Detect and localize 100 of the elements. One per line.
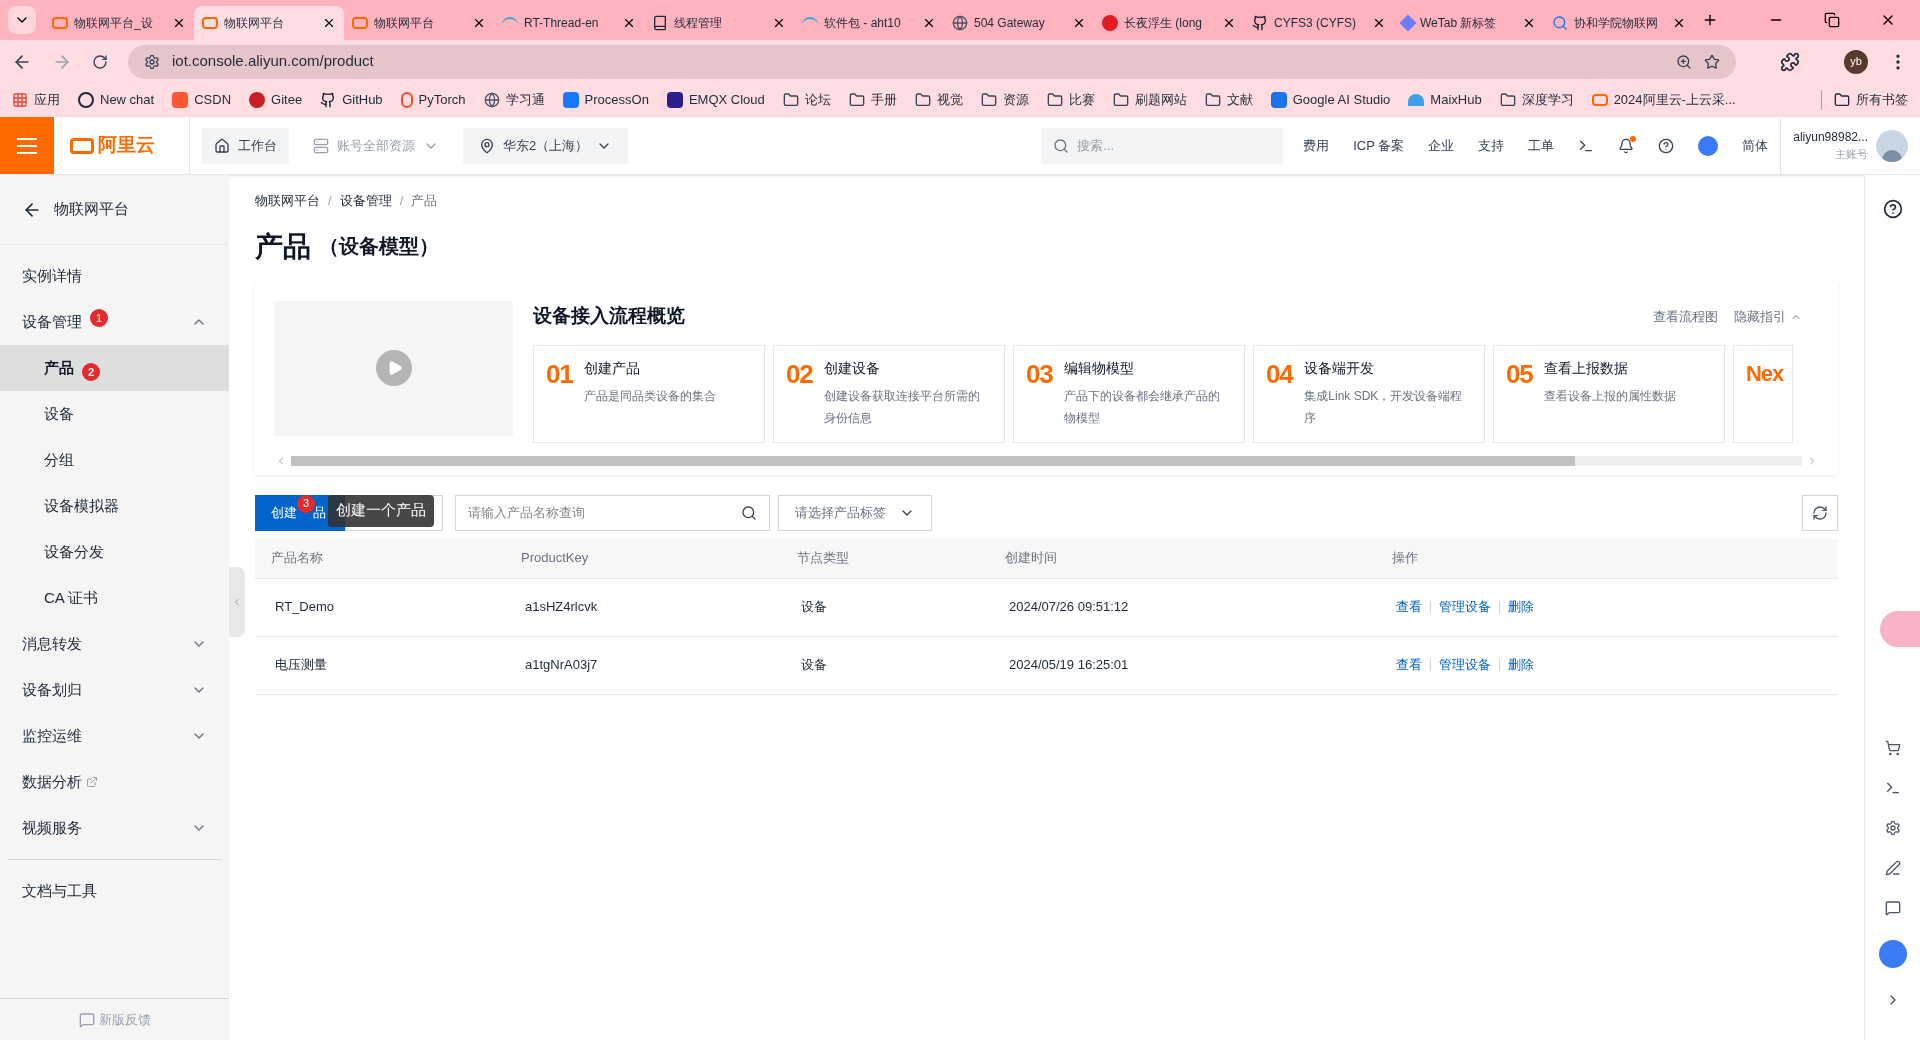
- message-icon[interactable]: [1884, 900, 1901, 916]
- step-card[interactable]: 05 查看上报数据 查看设备上报的属性数据: [1493, 344, 1725, 443]
- close-icon[interactable]: [472, 16, 486, 30]
- close-icon[interactable]: [1672, 16, 1686, 30]
- browser-tab[interactable]: 线程管理: [644, 6, 794, 40]
- nav-link[interactable]: ICP 备案: [1353, 135, 1405, 156]
- browser-tab[interactable]: 物联网平台: [344, 6, 494, 40]
- close-icon[interactable]: [322, 16, 336, 30]
- product-search-field[interactable]: 请输入产品名称查询: [455, 494, 770, 531]
- help-icon[interactable]: [1882, 199, 1903, 219]
- close-icon[interactable]: [772, 16, 786, 30]
- all-bookmarks-item[interactable]: 所有书签: [1821, 90, 1908, 110]
- sidebar-subitem[interactable]: 设备: [0, 391, 229, 437]
- action-link[interactable]: 删除: [1508, 597, 1534, 617]
- nav-link[interactable]: 费用: [1303, 135, 1330, 156]
- bookmark-item[interactable]: 视觉: [914, 90, 963, 110]
- step-card[interactable]: 01 创建产品 产品是同品类设备的集合: [533, 344, 765, 443]
- search-input[interactable]: 搜索...: [1077, 127, 1272, 164]
- breadcrumb-link[interactable]: 设备管理: [339, 191, 392, 211]
- user-avatar[interactable]: [1876, 129, 1908, 162]
- bookmark-item[interactable]: ProcessOn: [562, 90, 649, 110]
- tab-list-button[interactable]: [8, 6, 36, 34]
- sidebar-item[interactable]: 消息转发: [0, 621, 229, 667]
- sidebar-item[interactable]: 监控运维: [0, 713, 229, 759]
- user-name[interactable]: aliyun98982...: [1793, 128, 1868, 147]
- browser-tab[interactable]: CYFS3 (CYFS): [1244, 6, 1394, 40]
- browser-tab[interactable]: 物联网平台: [194, 6, 344, 40]
- action-link[interactable]: 删除: [1508, 655, 1534, 675]
- step-card[interactable]: 03 编辑物模型 产品下的设备都会继承产品的物模型: [1013, 344, 1245, 443]
- browser-tab[interactable]: WeTab 新标签: [1394, 6, 1544, 40]
- nav-link[interactable]: 工单: [1528, 135, 1555, 156]
- sidebar-subitem[interactable]: 分组: [0, 437, 229, 483]
- sidebar-item[interactable]: 文档与工具: [0, 868, 229, 914]
- browser-tab[interactable]: RT-Thread-en: [494, 6, 644, 40]
- browser-tab[interactable]: 软件包 - aht10: [794, 6, 944, 40]
- assistant-icon[interactable]: [1878, 940, 1907, 968]
- bookmark-item[interactable]: 文献: [1204, 90, 1253, 110]
- breadcrumb-link[interactable]: 物联网平台: [255, 191, 320, 211]
- bookmark-item[interactable]: 刷题网站: [1112, 90, 1187, 110]
- close-icon[interactable]: [922, 16, 936, 30]
- bookmark-item[interactable]: MaixHub: [1408, 90, 1482, 110]
- settings-icon[interactable]: [1884, 820, 1901, 836]
- cart-icon[interactable]: [1884, 740, 1901, 756]
- nav-link[interactable]: 企业: [1428, 135, 1455, 156]
- bookmark-star-icon[interactable]: [1704, 53, 1720, 70]
- close-icon[interactable]: [1522, 16, 1536, 30]
- bookmark-item[interactable]: 比赛: [1046, 90, 1095, 110]
- extensions-icon[interactable]: [1780, 51, 1800, 72]
- sidebar-subitem[interactable]: CA 证书: [0, 575, 229, 621]
- browser-tab[interactable]: 504 Gateway: [944, 6, 1094, 40]
- sidebar-subitem[interactable]: 设备模拟器: [0, 483, 229, 529]
- close-icon[interactable]: [172, 16, 186, 30]
- browser-tab[interactable]: 协和学院物联网: [1544, 6, 1694, 40]
- action-link[interactable]: 查看: [1396, 655, 1422, 675]
- hide-guide-link[interactable]: 隐藏指引: [1734, 306, 1802, 327]
- tag-select[interactable]: 请选择产品标签: [778, 494, 932, 531]
- bookmark-item[interactable]: 2024阿里云-上云采...: [1591, 90, 1736, 110]
- sidebar-item[interactable]: 设备管理 1: [0, 299, 229, 345]
- nav-link[interactable]: 支持: [1478, 135, 1505, 156]
- sidebar-item[interactable]: 实例详情: [0, 253, 229, 299]
- sidebar-subitem[interactable]: 设备分发: [0, 529, 229, 575]
- sidebar-subitem[interactable]: 产品 2: [0, 345, 229, 391]
- back-link[interactable]: 物联网平台: [0, 175, 229, 245]
- new-tab-icon[interactable]: [1702, 12, 1718, 28]
- step-card[interactable]: 02 创建设备 创建设备获取连接平台所需的身份信息: [773, 344, 1005, 443]
- bookmark-item[interactable]: 论坛: [782, 90, 831, 110]
- sidebar-item[interactable]: 设备划归: [0, 667, 229, 713]
- action-link[interactable]: 管理设备: [1439, 655, 1491, 675]
- collapse-handle[interactable]: [229, 567, 245, 637]
- zoom-icon[interactable]: [1676, 53, 1692, 70]
- bookmark-item[interactable]: Gitee: [249, 90, 303, 110]
- bookmark-item[interactable]: Google AI Studio: [1270, 90, 1391, 110]
- profile-avatar[interactable]: yb: [1844, 49, 1868, 74]
- close-icon[interactable]: [1222, 16, 1236, 30]
- bookmark-item[interactable]: 应用: [12, 90, 60, 110]
- language-link[interactable]: 简体: [1742, 135, 1769, 156]
- workbench-button[interactable]: 工作台: [202, 127, 289, 164]
- bookmark-item[interactable]: 深度学习: [1499, 90, 1574, 110]
- browser-tab[interactable]: 长夜浮生 (long: [1094, 6, 1244, 40]
- edit-icon[interactable]: [1884, 860, 1901, 876]
- close-icon[interactable]: [1372, 16, 1386, 30]
- address-bar[interactable]: iot.console.aliyun.com/product: [128, 44, 1736, 79]
- site-settings-icon[interactable]: [144, 53, 160, 70]
- search-field[interactable]: 搜索...: [1041, 127, 1284, 164]
- terminal-icon[interactable]: [1884, 780, 1901, 796]
- bookmark-item[interactable]: 手册: [848, 90, 897, 110]
- sidebar-item[interactable]: 数据分析: [0, 759, 229, 805]
- product-search-input[interactable]: 请输入产品名称查询: [468, 495, 741, 530]
- step-card[interactable]: 04 设备端开发 集成Link SDK，开发设备端程序: [1253, 344, 1485, 443]
- video-thumbnail[interactable]: [275, 300, 513, 436]
- sidebar-item[interactable]: 视频服务: [0, 805, 229, 851]
- close-icon[interactable]: [1072, 16, 1086, 30]
- reload-icon[interactable]: [92, 53, 108, 70]
- bookmark-item[interactable]: PyTorch: [400, 90, 466, 110]
- help-icon[interactable]: [1658, 137, 1675, 154]
- assistant-icon[interactable]: [1698, 135, 1719, 156]
- bookmark-item[interactable]: EMQX Cloud: [666, 90, 765, 110]
- bell-icon[interactable]: [1618, 137, 1635, 154]
- bookmark-item[interactable]: 资源: [980, 90, 1029, 110]
- flowchart-link[interactable]: 查看流程图: [1653, 306, 1718, 327]
